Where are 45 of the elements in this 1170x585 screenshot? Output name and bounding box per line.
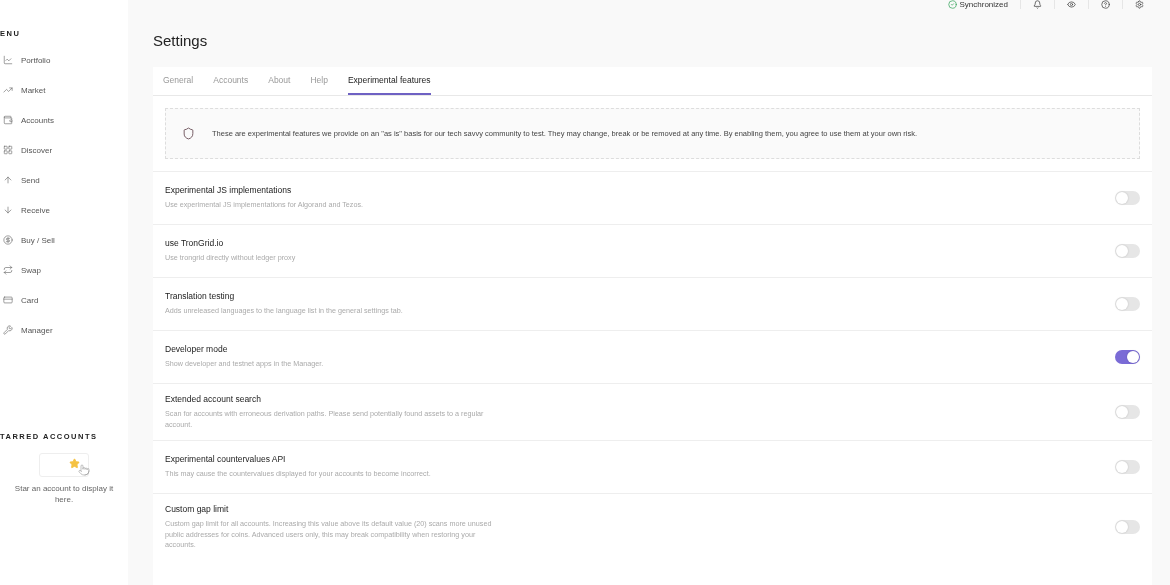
sidebar-item[interactable]: Market <box>0 81 128 99</box>
dollar-circle-icon <box>3 235 13 245</box>
feature-toggle[interactable] <box>1115 297 1140 311</box>
feature-title: Custom gap limit <box>165 504 230 514</box>
sidebar-item[interactable]: Swap <box>0 261 128 279</box>
feature-toggle[interactable] <box>1115 460 1140 474</box>
feature-toggle[interactable] <box>1115 405 1140 419</box>
swap-arrows-icon <box>3 265 13 275</box>
feature-title: Developer mode <box>165 344 229 355</box>
page-title: Settings <box>153 32 209 49</box>
wallet-icon <box>3 115 13 125</box>
arrow-down-icon <box>3 205 13 215</box>
arrow-up-icon <box>3 175 13 185</box>
starred-account-illustration <box>39 453 89 477</box>
feature-title: Extended account search <box>165 394 262 404</box>
shield-icon <box>182 127 195 140</box>
sidebar-item[interactable]: Buy / Sell <box>0 231 128 249</box>
sidebar-item[interactable]: Send <box>0 171 128 189</box>
feature-title: Translation testing <box>165 291 236 302</box>
feature-title: Experimental JS implementations <box>165 185 293 196</box>
sidebar-item[interactable]: Accounts <box>0 111 128 129</box>
bell-icon[interactable] <box>1033 0 1042 9</box>
sidebar-item[interactable]: Card <box>0 291 128 309</box>
card-icon <box>3 295 13 305</box>
feature-toggle[interactable] <box>1115 520 1140 535</box>
feature-toggle[interactable] <box>1115 244 1140 258</box>
help-icon[interactable] <box>1101 0 1110 9</box>
chart-line-icon <box>3 55 13 65</box>
check-circle-icon <box>947 0 957 9</box>
tools-icon <box>3 325 13 335</box>
sidebar-item[interactable]: Portfolio <box>0 51 128 69</box>
feature-title: Experimental countervalues API <box>165 454 287 465</box>
settings-tab[interactable]: Experimental features <box>347 67 431 95</box>
trend-chart-icon <box>3 85 13 95</box>
feature-toggle[interactable] <box>1115 350 1140 364</box>
feature-toggle[interactable] <box>1115 191 1140 205</box>
sidebar-item[interactable]: Manager <box>0 321 128 339</box>
settings-icon[interactable] <box>1135 0 1144 9</box>
grid-icon <box>3 145 13 155</box>
sidebar-item[interactable]: Receive <box>0 201 128 219</box>
starred-empty-text: Star an account to display it here. <box>13 483 115 505</box>
sidebar-item[interactable]: Discover <box>0 141 128 159</box>
eye-icon[interactable] <box>1067 0 1076 9</box>
sync-status: Synchronized <box>947 0 1021 9</box>
feature-title: use TronGrid.io <box>165 238 225 249</box>
